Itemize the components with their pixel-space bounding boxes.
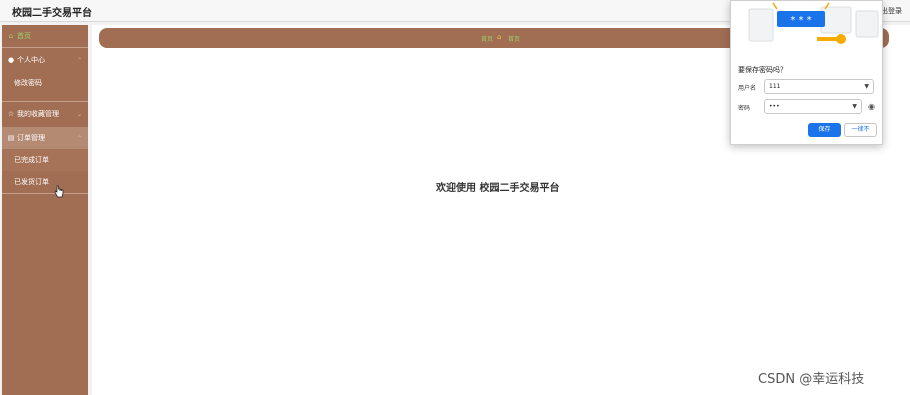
password-value: ••• — [769, 103, 780, 110]
app-title: 校园二手交易平台 — [12, 8, 92, 19]
svg-text:* * *: * * * — [790, 15, 811, 26]
sidebar-item-profile[interactable]: ● 个人中心 ⌃ — [2, 49, 88, 71]
never-button[interactable]: 一律不 — [844, 123, 877, 137]
sidebar-item-label: 修改密码 — [14, 79, 42, 87]
caret-down-icon: ▼ — [864, 83, 869, 90]
password-illustration-icon: * * * — [748, 2, 879, 44]
save-password-dialog: * * * 要保存密码吗？ 用户名 111 ▼ 密码 ••• ▼ ◉ 保存 一律… — [730, 0, 883, 145]
user-icon: ● — [7, 56, 15, 64]
sidebar-item-home[interactable]: ⌂ 首页 — [2, 25, 88, 47]
breadcrumb-item: 首页 — [508, 36, 521, 43]
sidebar-item-label: 首页 — [17, 32, 31, 40]
breadcrumb-item[interactable]: 首页 — [481, 34, 493, 43]
sidebar-item-orders[interactable]: ▤ 订单管理 ⌃ — [2, 127, 88, 149]
chevron-up-icon: ⌃ — [76, 56, 82, 64]
password-label: 密码 — [738, 105, 751, 112]
star-icon: ☆ — [7, 110, 15, 118]
sidebar: ⌂ 首页 ● 个人中心 ⌃ 修改密码 ☆ 我的收藏管理 ⌄ ▤ 订单管理 ⌃ 已… — [2, 25, 88, 395]
sidebar-item-change-password[interactable]: 修改密码 — [2, 72, 88, 94]
watermark: CSDN @幸运科技 — [758, 372, 865, 387]
home-icon: ⌂ — [497, 33, 502, 41]
sidebar-item-label: 个人中心 — [17, 56, 45, 64]
password-select[interactable]: ••• ▼ — [764, 99, 862, 114]
home-icon: ⌂ — [8, 32, 14, 40]
sidebar-item-label: 已完成订单 — [14, 156, 49, 164]
dialog-question: 要保存密码吗？ — [738, 66, 787, 74]
chevron-down-icon: ⌄ — [76, 110, 82, 118]
save-button[interactable]: 保存 — [808, 123, 841, 137]
caret-down-icon: ▼ — [852, 103, 857, 110]
list-icon: ▤ — [7, 134, 15, 142]
sidebar-item-favorites[interactable]: ☆ 我的收藏管理 ⌄ — [2, 103, 88, 125]
sidebar-divider — [2, 193, 88, 194]
sidebar-item-label: 已发货订单 — [14, 178, 49, 186]
hand-cursor-icon — [54, 185, 64, 198]
sidebar-item-label: 我的收藏管理 — [17, 110, 59, 118]
welcome-text: 欢迎使用 校园二手交易平台 — [436, 183, 560, 194]
sidebar-item-shipped-orders[interactable]: 已发货订单 — [2, 171, 88, 193]
eye-icon[interactable]: ◉ — [868, 102, 875, 111]
username-label: 用户名 — [738, 85, 757, 92]
username-value: 111 — [769, 83, 781, 90]
sidebar-divider — [2, 101, 88, 102]
sidebar-item-completed-orders[interactable]: 已完成订单 — [2, 149, 88, 171]
chevron-up-icon: ⌃ — [76, 134, 82, 142]
sidebar-divider — [2, 47, 88, 48]
sidebar-item-label: 订单管理 — [17, 134, 45, 142]
username-select[interactable]: 111 ▼ — [764, 79, 874, 94]
